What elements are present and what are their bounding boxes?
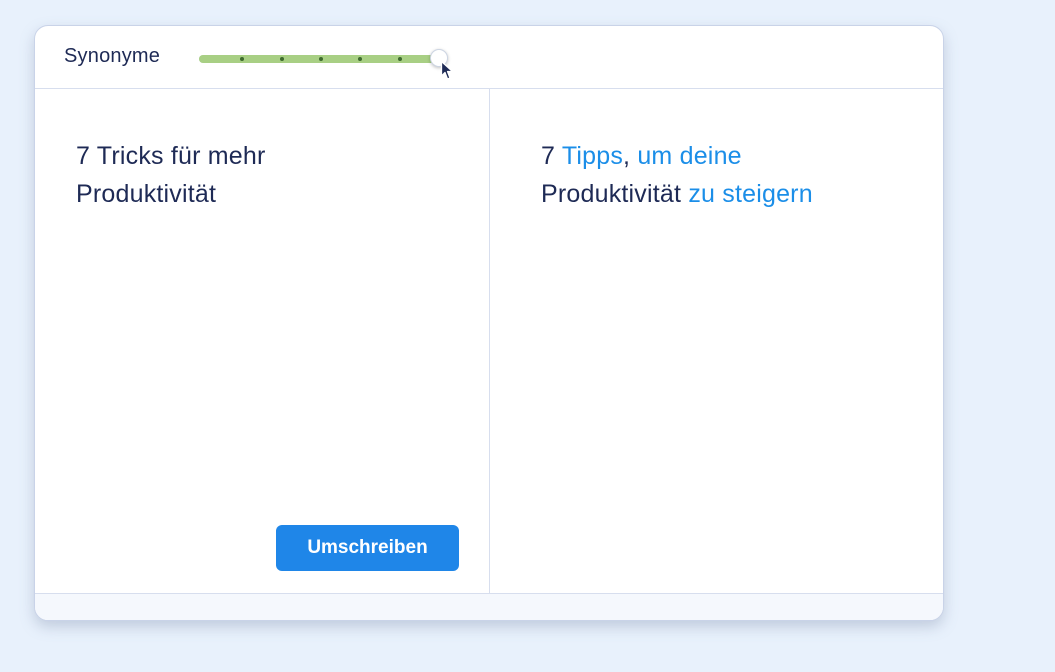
output-segment-plain: 7: [541, 142, 562, 170]
input-pane[interactable]: 7 Tricks für mehr Produktivität Umschrei…: [35, 88, 490, 593]
toolbar: Synonyme: [35, 26, 943, 89]
slider-step-dot: [319, 57, 323, 61]
input-line-2: Produktivität: [76, 180, 217, 208]
mouse-pointer-icon: [440, 60, 454, 80]
output-segment-plain: ,: [623, 142, 638, 170]
paraphraser-card: Synonyme 7 Tricks für mehr Produktivität…: [34, 25, 944, 621]
synonyme-label: Synonyme: [64, 45, 161, 67]
output-text: 7 Tipps, um deine Produktivität zu steige…: [541, 137, 881, 213]
synonym-zu-steigern[interactable]: zu steigern: [688, 180, 813, 208]
input-text[interactable]: 7 Tricks für mehr Produktivität: [76, 137, 376, 213]
slider-step-dot: [397, 57, 402, 61]
output-pane: 7 Tipps, um deine Produktivität zu steige…: [490, 88, 943, 593]
synonym-um-deine[interactable]: um deine: [637, 142, 741, 170]
slider-step-dot: [279, 57, 284, 61]
rewrite-button[interactable]: Umschreiben: [276, 525, 459, 571]
input-line-1: 7 Tricks für mehr: [76, 142, 266, 170]
output-segment-plain: Produktivität: [541, 180, 689, 208]
synonym-slider[interactable]: [199, 49, 448, 67]
card-footer: [35, 593, 943, 620]
synonym-tipps[interactable]: Tipps: [562, 142, 623, 170]
